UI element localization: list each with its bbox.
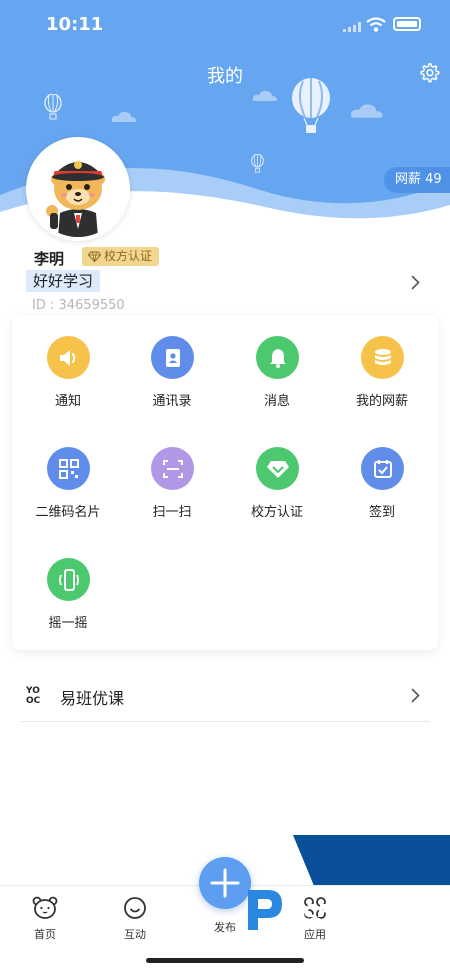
menu-item-shake[interactable]: 摇一摇: [15, 538, 121, 638]
menu-item-scan[interactable]: 扫一扫: [119, 427, 225, 527]
menu-item-notifications[interactable]: 通知: [15, 316, 121, 416]
watermark-subtitle: PCPOP Download: [291, 917, 352, 925]
cloud-icon: [350, 104, 383, 118]
cloud-icon: [252, 90, 277, 101]
calendar-check-icon: [361, 447, 404, 490]
diamond-icon: [88, 251, 101, 262]
menu-item-label: 消息: [263, 394, 290, 409]
contact-book-icon: [151, 336, 194, 379]
menu-item-wage[interactable]: 我的网薪: [329, 316, 435, 416]
avatar[interactable]: [26, 137, 130, 241]
verified-badge: 校方认证: [82, 247, 160, 266]
user-name: 李明: [34, 250, 65, 268]
tab-home[interactable]: 首页: [20, 896, 70, 942]
menu-item-checkin[interactable]: 签到: [329, 427, 435, 527]
yooc-logo: YO OC: [26, 686, 41, 706]
gear-icon[interactable]: [418, 62, 440, 84]
menu-item-messages[interactable]: 消息: [224, 316, 330, 416]
course-label: 易班优课: [60, 689, 125, 708]
bear-mascot-avatar: [30, 141, 126, 237]
chevron-right-icon[interactable]: [411, 688, 420, 703]
course-entry[interactable]: YO OC 易班优课: [20, 670, 430, 722]
shake-phone-icon: [47, 558, 90, 601]
tab-interact[interactable]: 互动: [110, 896, 160, 942]
smiley-icon: [124, 897, 146, 919]
menu-item-label: 通知: [54, 394, 81, 409]
user-motto[interactable]: 好好学习: [26, 270, 101, 292]
tab-label: 互动: [124, 928, 146, 941]
speaker-icon: [47, 336, 90, 379]
chevron-right-icon[interactable]: [411, 275, 420, 290]
battery-icon: [393, 17, 421, 31]
menu-item-contacts[interactable]: 通讯录: [119, 316, 225, 416]
coins-icon: [361, 336, 404, 379]
user-id: ID : 34659550: [32, 298, 125, 313]
wifi-icon: [366, 17, 386, 32]
menu-item-label: 通讯录: [152, 394, 192, 409]
menu-item-school-verify[interactable]: 校方认证: [224, 427, 330, 527]
cellular-signal-icon: [343, 22, 361, 32]
status-time: 10:11: [46, 14, 104, 35]
cloud-icon: [111, 111, 136, 122]
verified-label: 校方认证: [104, 249, 153, 263]
menu-item-label: 摇一摇: [48, 616, 88, 631]
menu-item-label: 扫一扫: [152, 505, 192, 520]
pcpop-logo-icon: [248, 890, 282, 930]
tab-label: 应用: [304, 928, 326, 941]
menu-item-label: 我的网薪: [355, 394, 408, 409]
menu-item-label: 签到: [368, 505, 395, 520]
balloon-small-icon: [44, 94, 62, 120]
feature-grid: 通知 通讯录 消息 我的网薪 二维码名片 扫一扫 校方认证 签到 摇一摇: [12, 316, 438, 650]
bell-icon: [256, 336, 299, 379]
menu-item-label: 校方认证: [250, 505, 303, 520]
tab-label: 首页: [34, 928, 56, 941]
wage-balance-badge[interactable]: 网薪 49: [384, 167, 450, 193]
page-title: 我的: [207, 66, 243, 87]
menu-item-qr-card[interactable]: 二维码名片: [15, 427, 121, 527]
bear-face-icon: [32, 896, 58, 919]
status-bar: 10:11: [0, 0, 450, 50]
home-indicator: [146, 958, 304, 963]
profile-page: 10:11 我的 网薪 49 李明 校方认证 好好学习 ID: 3465955…: [0, 0, 450, 973]
qr-code-icon: [47, 447, 90, 490]
diamond-icon: [256, 447, 299, 490]
scan-icon: [151, 447, 194, 490]
menu-item-label: 二维码名片: [35, 505, 101, 520]
